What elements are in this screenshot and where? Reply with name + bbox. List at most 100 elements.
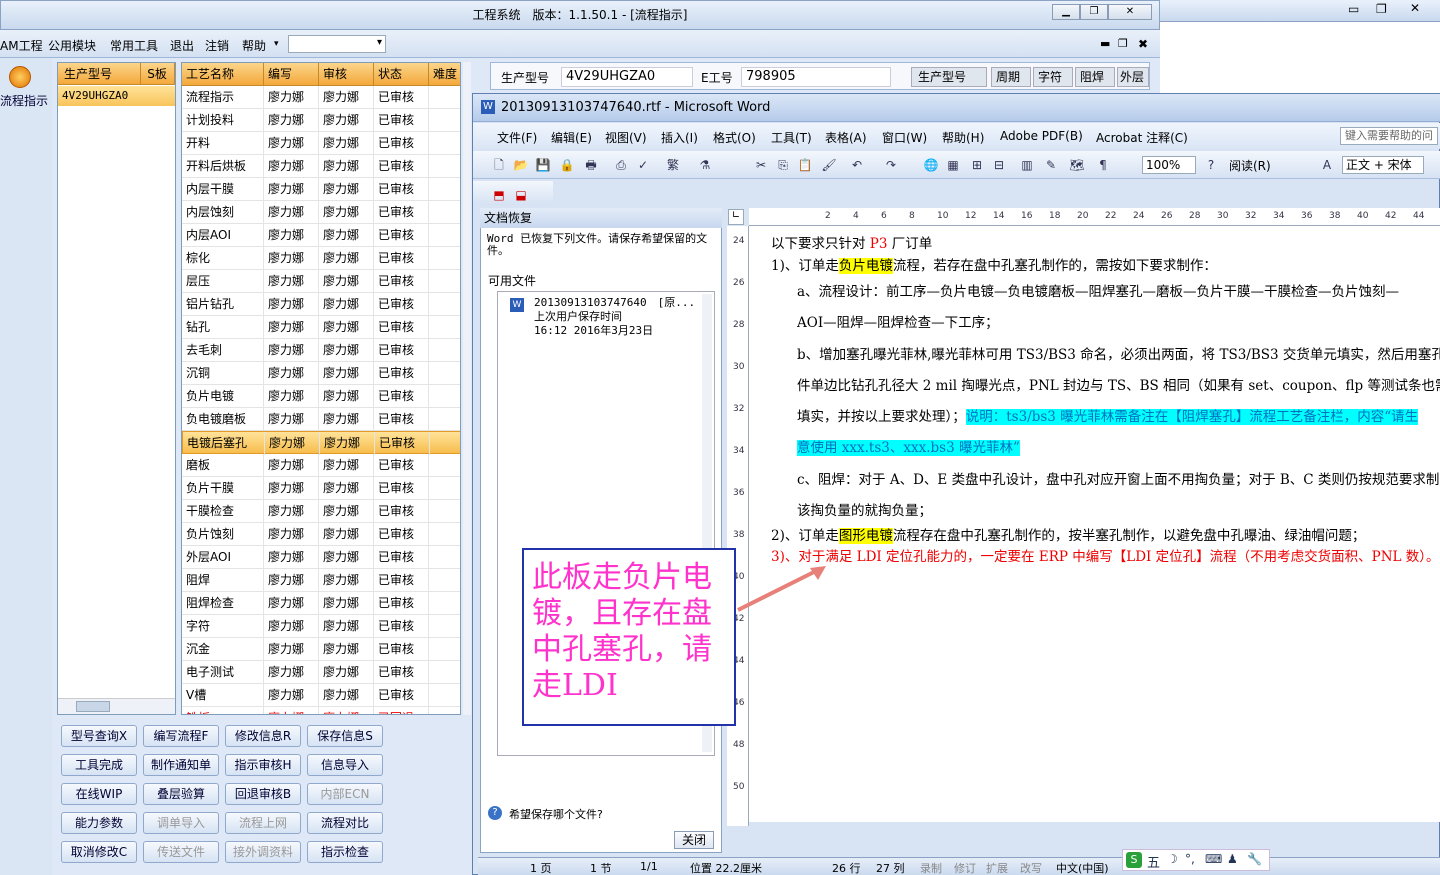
close-button[interactable]: ✕	[1108, 4, 1152, 20]
pdf-email-icon[interactable]: ⬓	[513, 187, 529, 203]
grid-header-difficulty[interactable]: 难度	[429, 63, 460, 86]
drawing-icon[interactable]: ✎	[1043, 157, 1059, 173]
table-row[interactable]: 电子测试 廖力娜 廖力娜 已审核	[182, 661, 460, 684]
action-button[interactable]: 指示检查	[307, 841, 383, 863]
action-button[interactable]: 能力参数	[61, 812, 137, 834]
undo-icon[interactable]: ↶	[849, 157, 865, 173]
table-row[interactable]: V槽 廖力娜 廖力娜 已审核	[182, 684, 460, 707]
open-icon[interactable]: 📂	[513, 157, 529, 173]
columns-icon[interactable]: ▥	[1019, 157, 1035, 173]
table-row[interactable]: 棕化 廖力娜 廖力娜 已审核	[182, 247, 460, 270]
action-button[interactable]: 调单导入	[143, 812, 219, 834]
process-indicator-icon[interactable]	[9, 66, 31, 88]
process-grid-vscroll[interactable]	[463, 62, 471, 715]
status-ovr[interactable]: 改写	[1020, 860, 1042, 875]
menu-exit[interactable]: 退出	[170, 37, 194, 54]
permission-icon[interactable]: 🔒	[559, 157, 575, 173]
action-button[interactable]: 型号查询X	[61, 725, 137, 747]
action-button[interactable]: 流程对比	[307, 812, 383, 834]
action-button[interactable]: 流程上网	[225, 812, 301, 834]
pdf-convert-icon[interactable]: ⬒	[491, 187, 507, 203]
table-row[interactable]: 阻焊 廖力娜 廖力娜 已审核	[182, 569, 460, 592]
new-doc-icon[interactable]: 🗋	[491, 157, 507, 173]
wrench-icon[interactable]: 🔧	[1247, 852, 1262, 866]
table-row[interactable]: 计划投料 廖力娜 廖力娜 已审核	[182, 109, 460, 132]
table-row[interactable]: 钻孔 廖力娜 廖力娜 已审核	[182, 316, 460, 339]
table-row[interactable]: 负电镀磨板 廖力娜 廖力娜 已审核	[182, 408, 460, 431]
redo-icon[interactable]: ↷	[883, 157, 899, 173]
maximize-button[interactable]: ❐	[1080, 4, 1108, 20]
print-preview-icon[interactable]: 🖶	[583, 157, 599, 173]
status-rec[interactable]: 录制	[920, 860, 942, 875]
word-menu-file[interactable]: 文件(F)	[497, 129, 537, 146]
spelling-icon[interactable]: ✓	[635, 157, 651, 173]
table-row[interactable]: 铝片钻孔 廖力娜 廖力娜 已审核	[182, 293, 460, 316]
table-row[interactable]: 内层AOI 廖力娜 廖力娜 已审核	[182, 224, 460, 247]
menu-common[interactable]: 公用模块	[48, 37, 96, 54]
menu-help[interactable]: 帮助	[242, 37, 266, 54]
recovery-question[interactable]: 希望保存哪个文件?	[509, 806, 603, 822]
user-icon[interactable]: ♟	[1227, 852, 1238, 866]
sidebar-item-process[interactable]: 流程指示	[0, 92, 52, 109]
paste-icon[interactable]: 📋	[797, 157, 813, 173]
table-row[interactable]: 流程指示 廖力娜 廖力娜 已审核	[182, 86, 460, 109]
table-row[interactable]: 开料 廖力娜 廖力娜 已审核	[182, 132, 460, 155]
zoom-select[interactable]: 100%	[1142, 156, 1196, 174]
word-menu-acrobat[interactable]: Acrobat 注释(C)	[1096, 129, 1188, 146]
action-button[interactable]: 信息导入	[307, 754, 383, 776]
menu-logout[interactable]: 注销	[205, 37, 229, 54]
action-button[interactable]: 传送文件	[143, 841, 219, 863]
table-row[interactable]: 外层AOI 廖力娜 廖力娜 已审核	[182, 546, 460, 569]
e-value-field[interactable]: 798905	[741, 67, 891, 87]
cut-icon[interactable]: ✂	[753, 157, 769, 173]
action-button[interactable]: 接外调资料	[225, 841, 301, 863]
word-menu-table[interactable]: 表格(A)	[825, 129, 867, 146]
table-row[interactable]: 磨板 廖力娜 廖力娜 已审核	[182, 454, 460, 477]
vertical-ruler[interactable]: 24 26 28 30 32 34 36 38 40 42 44 46 48 50	[727, 226, 749, 826]
grid-header-writer[interactable]: 编写	[264, 63, 319, 86]
tab-selector[interactable]: ∟	[728, 209, 744, 225]
erp-col-model[interactable]: 生产型号	[911, 67, 987, 87]
grid-header-status[interactable]: 状态	[374, 63, 429, 86]
tables-borders-icon[interactable]: ▦	[945, 157, 961, 173]
table-row[interactable]: 开料后烘板 廖力娜 廖力娜 已审核	[182, 155, 460, 178]
action-button[interactable]: 指示审核H	[225, 754, 301, 776]
table-row[interactable]: 电镀后塞孔 廖力娜 廖力娜 已审核	[182, 431, 460, 455]
print-icon[interactable]: ⎙	[613, 157, 629, 173]
table-row[interactable]: 负片蚀刻 廖力娜 廖力娜 已审核	[182, 523, 460, 546]
table-row[interactable]: 沉铜 廖力娜 廖力娜 已审核	[182, 362, 460, 385]
action-button[interactable]: 修改信息R	[225, 725, 301, 747]
mdi-minimize-icon[interactable]: ▬	[1100, 37, 1110, 50]
word-menu-insert[interactable]: 插入(I)	[661, 129, 698, 146]
table-row[interactable]: 层压 廖力娜 廖力娜 已审核	[182, 270, 460, 293]
action-button[interactable]: 工具完成	[61, 754, 137, 776]
recovery-file-item[interactable]: 20130913103747640 [原... 上次用户保存时间 16:12 2…	[534, 296, 695, 338]
close-icon[interactable]: ✕	[1410, 1, 1420, 15]
table-row[interactable]: 阻焊检查 廖力娜 廖力娜 已审核	[182, 592, 460, 615]
style-select[interactable]: 正文 + 宋体	[1342, 156, 1424, 174]
save-icon[interactable]: 💾	[535, 157, 551, 173]
format-painter-icon[interactable]: 🖌	[821, 157, 837, 173]
action-button[interactable]: 制作通知单	[143, 754, 219, 776]
document-canvas[interactable]: 以下要求只针对 P3 厂订单 1)、订单走负片电镀流程，若存在盘中孔塞孔制作的，…	[749, 226, 1440, 822]
word-menu-adobe[interactable]: Adobe PDF(B)	[1000, 129, 1083, 143]
model-list-hscroll[interactable]	[58, 698, 175, 714]
table-row[interactable]: 负片干膜 廖力娜 廖力娜 已审核	[182, 477, 460, 500]
menu-am[interactable]: AM工程	[0, 37, 43, 54]
recovery-close-button[interactable]: 关闭	[674, 831, 714, 849]
erp-col-outer[interactable]: 外层	[1117, 67, 1149, 87]
table-row[interactable]: 干膜检查 廖力娜 廖力娜 已审核	[182, 500, 460, 523]
copy-icon[interactable]: ⎘	[775, 157, 791, 173]
erp-col-char[interactable]: 字符	[1033, 67, 1073, 87]
ime-logo-icon[interactable]: S	[1126, 852, 1142, 868]
doc-map-icon[interactable]: 🗺	[1069, 157, 1085, 173]
punct-icon[interactable]: °,	[1185, 852, 1195, 866]
minimize-button[interactable]: ▁	[1052, 4, 1080, 20]
grid-header-process[interactable]: 工艺名称	[182, 63, 264, 86]
action-button[interactable]: 取消修改C	[61, 841, 137, 863]
table-row[interactable]: 铣板廖力娜廖力娜已回退	[182, 707, 460, 714]
action-button[interactable]: 回退审核B	[225, 783, 301, 805]
read-button[interactable]: 阅读(R)	[1229, 157, 1271, 174]
table-row[interactable]: 负片电镀 廖力娜 廖力娜 已审核	[182, 385, 460, 408]
mdi-restore-icon[interactable]: ❐	[1118, 37, 1128, 50]
